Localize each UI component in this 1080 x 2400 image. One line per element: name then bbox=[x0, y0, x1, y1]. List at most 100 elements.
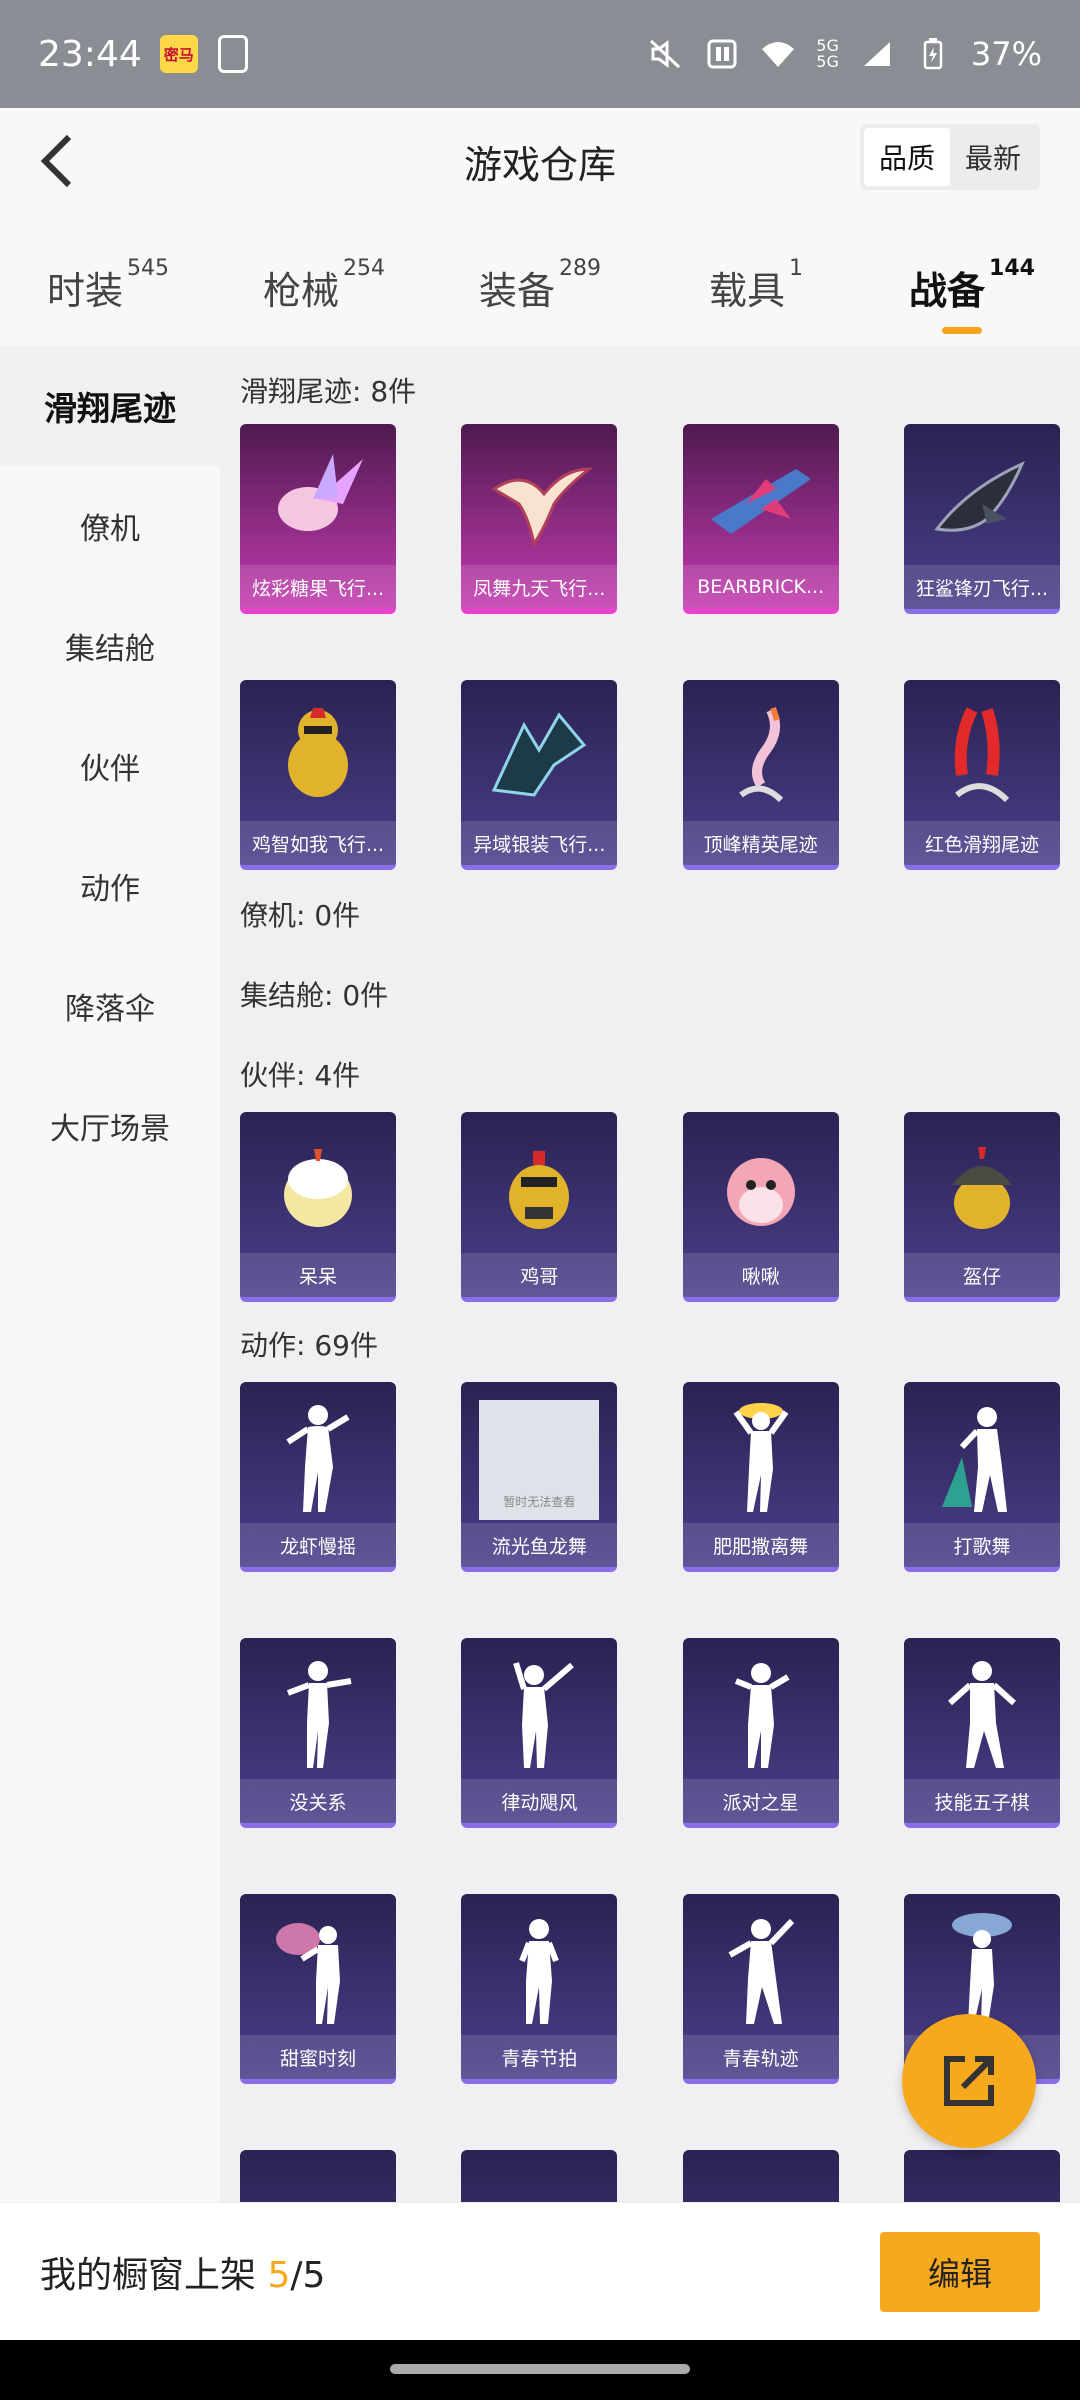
dance-figure-icon bbox=[904, 2160, 1060, 2206]
item-card[interactable]: 凤舞九天飞行... bbox=[461, 424, 618, 614]
item-card[interactable]: 炫彩糖果飞行... bbox=[240, 424, 396, 614]
network-type: 5G 5G bbox=[816, 36, 839, 71]
wing-icon bbox=[461, 690, 617, 820]
item-card[interactable]: 甜蜜时刻 bbox=[240, 1894, 396, 2084]
trail-icon bbox=[683, 690, 839, 820]
item-card[interactable] bbox=[240, 2150, 396, 2206]
nfc-icon bbox=[704, 38, 740, 70]
dance-figure-icon bbox=[904, 1392, 1060, 1522]
tab-equipment[interactable]: 装备 289 bbox=[432, 248, 648, 358]
showcase-status: 我的橱窗上架 5/5 bbox=[40, 2254, 326, 2296]
dance-figure-icon bbox=[240, 2160, 396, 2206]
item-card[interactable]: 异域银装飞行... bbox=[461, 680, 618, 870]
dance-figure-icon bbox=[683, 2160, 839, 2206]
sidebar-item-lobby-scene[interactable]: 大厅场景 bbox=[0, 1066, 220, 1186]
sidebar-item-glide-trail[interactable]: 滑翔尾迹 bbox=[0, 346, 220, 466]
placeholder-text: 暂时无法查看 bbox=[503, 1495, 576, 1509]
item-card[interactable]: 肥肥撒离舞 bbox=[682, 1382, 839, 1572]
item-name: 肥肥撒离舞 bbox=[682, 1523, 839, 1567]
item-card[interactable]: 盔仔 bbox=[903, 1112, 1060, 1302]
share-button[interactable] bbox=[902, 2014, 1036, 2148]
section-title-emote: 动作: 69件 bbox=[240, 1329, 378, 1362]
battery-icon bbox=[915, 38, 951, 70]
sort-quality-option[interactable]: 品质 bbox=[864, 128, 950, 186]
dance-figure-icon bbox=[461, 2160, 617, 2206]
sort-toggle: 品质 最新 bbox=[860, 124, 1040, 190]
jet-icon bbox=[683, 434, 839, 564]
item-name: 青春轨迹 bbox=[682, 2035, 839, 2079]
dance-figure-icon bbox=[904, 1648, 1060, 1778]
item-card[interactable]: 打歌舞 bbox=[903, 1382, 1060, 1572]
category-sidebar: 滑翔尾迹 僚机 集结舱 伙伴 动作 降落伞 大厅场景 bbox=[0, 346, 220, 2206]
item-name: 没关系 bbox=[240, 1779, 396, 1823]
tab-guns[interactable]: 枪械 254 bbox=[216, 248, 432, 358]
item-card[interactable]: 顶峰精英尾迹 bbox=[682, 680, 839, 870]
item-card[interactable]: 红色滑翔尾迹 bbox=[903, 680, 1060, 870]
partner-grid: 呆呆 鸡哥 啾啾 盔仔 bbox=[240, 1112, 1060, 1302]
item-name: 甜蜜时刻 bbox=[240, 2035, 396, 2079]
signal-icon bbox=[859, 38, 895, 70]
cool-chicken-icon bbox=[461, 1122, 617, 1252]
dance-figure-icon bbox=[461, 1648, 617, 1778]
item-name: 派对之星 bbox=[682, 1779, 839, 1823]
phone-sync-icon bbox=[217, 35, 248, 73]
item-card[interactable] bbox=[682, 2150, 839, 2206]
mute-icon bbox=[648, 38, 684, 70]
item-name: 啾啾 bbox=[682, 1253, 839, 1297]
sidebar-item-emote[interactable]: 动作 bbox=[0, 826, 220, 946]
sidebar-item-wingman[interactable]: 僚机 bbox=[0, 466, 220, 586]
tab-fashion[interactable]: 时装 545 bbox=[0, 248, 216, 358]
item-name: 龙虾慢摇 bbox=[240, 1523, 396, 1567]
item-name: 技能五子棋 bbox=[903, 1779, 1060, 1823]
sort-newest-option[interactable]: 最新 bbox=[950, 128, 1036, 186]
item-card[interactable]: 暂时无法查看 流光鱼龙舞 bbox=[461, 1382, 618, 1572]
section-title-glide: 滑翔尾迹: 8件 bbox=[240, 375, 417, 408]
tab-readiness[interactable]: 战备 144 bbox=[864, 248, 1080, 358]
item-card[interactable]: 呆呆 bbox=[240, 1112, 396, 1302]
item-name: 红色滑翔尾迹 bbox=[903, 821, 1060, 865]
item-name: BEARBRICK... bbox=[682, 565, 839, 609]
battery-level: 37% bbox=[970, 35, 1042, 73]
item-card[interactable]: 技能五子棋 bbox=[903, 1638, 1060, 1828]
section-title-partner: 伙伴: 4件 bbox=[240, 1059, 361, 1092]
item-name: 异域银装飞行... bbox=[461, 821, 618, 865]
chicken-icon bbox=[240, 690, 396, 820]
dance-figure-icon bbox=[683, 1392, 839, 1522]
item-card[interactable]: 啾啾 bbox=[682, 1112, 839, 1302]
sidebar-item-parachute[interactable]: 降落伞 bbox=[0, 946, 220, 1066]
system-nav-bar bbox=[0, 2340, 1080, 2400]
item-name: 凤舞九天飞行... bbox=[461, 565, 618, 609]
sidebar-item-pod[interactable]: 集结舱 bbox=[0, 586, 220, 706]
dance-figure-icon bbox=[461, 1904, 617, 2034]
notification-app-icon: 密马 bbox=[159, 35, 198, 73]
tab-vehicles[interactable]: 载具 1 bbox=[648, 248, 864, 358]
dance-figure-icon bbox=[683, 1904, 839, 2034]
dance-figure-icon bbox=[683, 1648, 839, 1778]
image-placeholder: 暂时无法查看 bbox=[479, 1400, 600, 1520]
item-card[interactable] bbox=[461, 2150, 618, 2206]
item-card[interactable]: BEARBRICK... bbox=[682, 424, 839, 614]
item-name: 狂鲨锋刃飞行... bbox=[903, 565, 1060, 609]
section-title-pod: 集结舱: 0件 bbox=[240, 979, 389, 1012]
item-content: 滑翔尾迹: 8件 炫彩糖果飞行... 凤舞九天飞行... BEARBRICK..… bbox=[220, 346, 1080, 2206]
item-name: 流光鱼龙舞 bbox=[461, 1523, 618, 1567]
item-card[interactable]: 鸡智如我飞行... bbox=[240, 680, 396, 870]
item-card[interactable]: 青春轨迹 bbox=[682, 1894, 839, 2084]
share-icon bbox=[944, 2056, 994, 2106]
dance-figure-icon bbox=[240, 1648, 396, 1778]
item-name: 律动飓风 bbox=[461, 1779, 618, 1823]
home-gesture-bar[interactable] bbox=[390, 2364, 690, 2374]
item-card[interactable]: 鸡哥 bbox=[461, 1112, 618, 1302]
item-card[interactable]: 派对之星 bbox=[682, 1638, 839, 1828]
sidebar-item-partner[interactable]: 伙伴 bbox=[0, 706, 220, 826]
candy-icon bbox=[240, 434, 396, 564]
edit-button[interactable]: 编辑 bbox=[880, 2231, 1040, 2312]
item-card[interactable]: 没关系 bbox=[240, 1638, 396, 1828]
item-card[interactable]: 律动飓风 bbox=[461, 1638, 618, 1828]
status-bar: 23:44 密马 5G 5G 37% bbox=[0, 0, 1080, 108]
item-card[interactable]: 狂鲨锋刃飞行... bbox=[903, 424, 1060, 614]
item-card[interactable] bbox=[903, 2150, 1060, 2206]
item-name: 青春节拍 bbox=[461, 2035, 618, 2079]
item-card[interactable]: 青春节拍 bbox=[461, 1894, 618, 2084]
item-card[interactable]: 龙虾慢摇 bbox=[240, 1382, 396, 1572]
